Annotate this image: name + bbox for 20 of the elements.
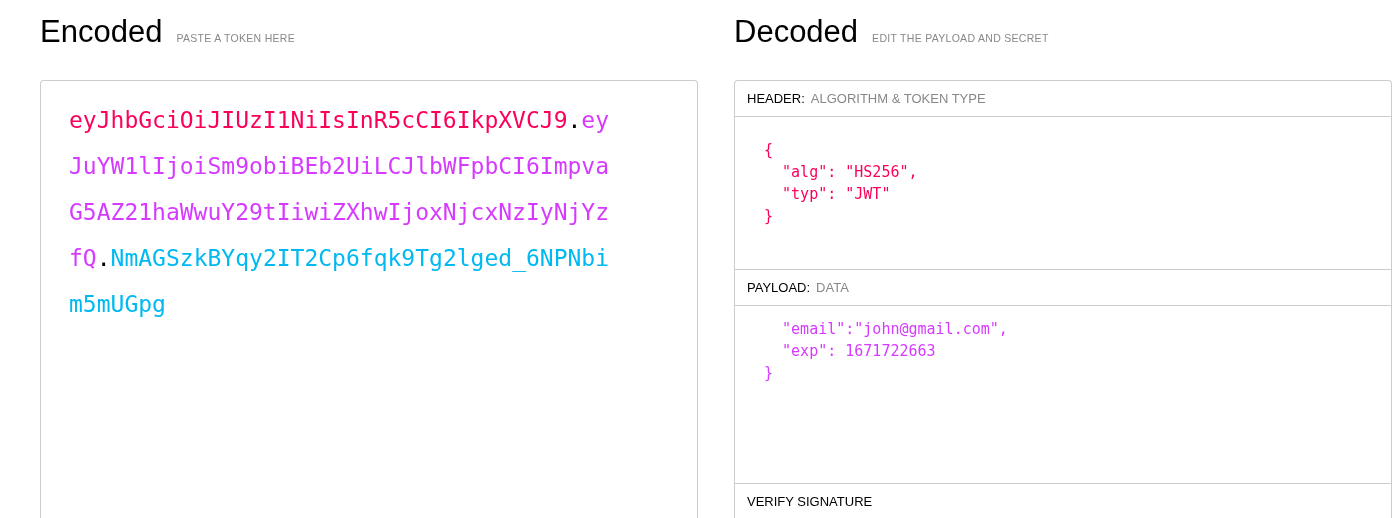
token-input[interactable]: eyJhbGciOiJIUzI1NiIsInR5cCI6IkpXVCJ9.eyJuYW1lIjoiSm9obiBEb2UiLCJlbWFpbCI6ImpvaG5AZ21haWwuY29tIiwiZXhwIjoxNjcxNzIyNjYzfQ.NmAGSzkBYqy2IT2Cp6fqk9Tg2lged_6NPNbim5mUGpg <box>40 80 698 518</box>
panel-label: HEADER: <box>747 91 805 106</box>
code-line: } <box>764 206 775 227</box>
panel-label: PAYLOAD: <box>747 280 811 295</box>
panel-label: VERIFY SIGNATURE <box>747 494 873 509</box>
section-subtitle: PASTE A TOKEN HERE <box>176 32 295 44</box>
code-line: "alg": "HS256", <box>781 162 919 183</box>
section-title: Decoded <box>734 14 859 50</box>
code-line: "email":"john@gmail.com", <box>781 319 1009 340</box>
code-line: "exp": 1671722663 <box>781 341 937 362</box>
section-subtitle: EDIT THE PAYLOAD AND SECRET <box>872 32 1049 44</box>
code-line: "typ": "JWT" <box>781 184 892 205</box>
panel-hint: DATA <box>816 280 849 295</box>
code-line: } <box>764 363 775 384</box>
code-editor[interactable]: { "alg": "HS256", "typ": "JWT" } <box>735 117 1391 270</box>
code-editor[interactable]: "email":"john@gmail.com", "exp": 1671722663 } <box>735 306 1391 484</box>
code-line: { <box>764 140 775 161</box>
panel-hint: ALGORITHM & TOKEN TYPE <box>810 91 986 106</box>
section-title: Encoded <box>40 14 163 50</box>
token-text: eyJhbGciOiJIUzI1NiIsInR5cCI6IkpXVCJ9.eyJuYW1lIjoiSm9obiBEb2UiLCJlbWFpbCI6ImpvaG5AZ21haWwuY29tIiwiZXhwIjoxNjcxNzIyNjYzfQ.NmAGSzkBYqy2IT2Cp6fqk9Tg2lged_6NPNbim5mUGpg <box>69 106 611 319</box>
